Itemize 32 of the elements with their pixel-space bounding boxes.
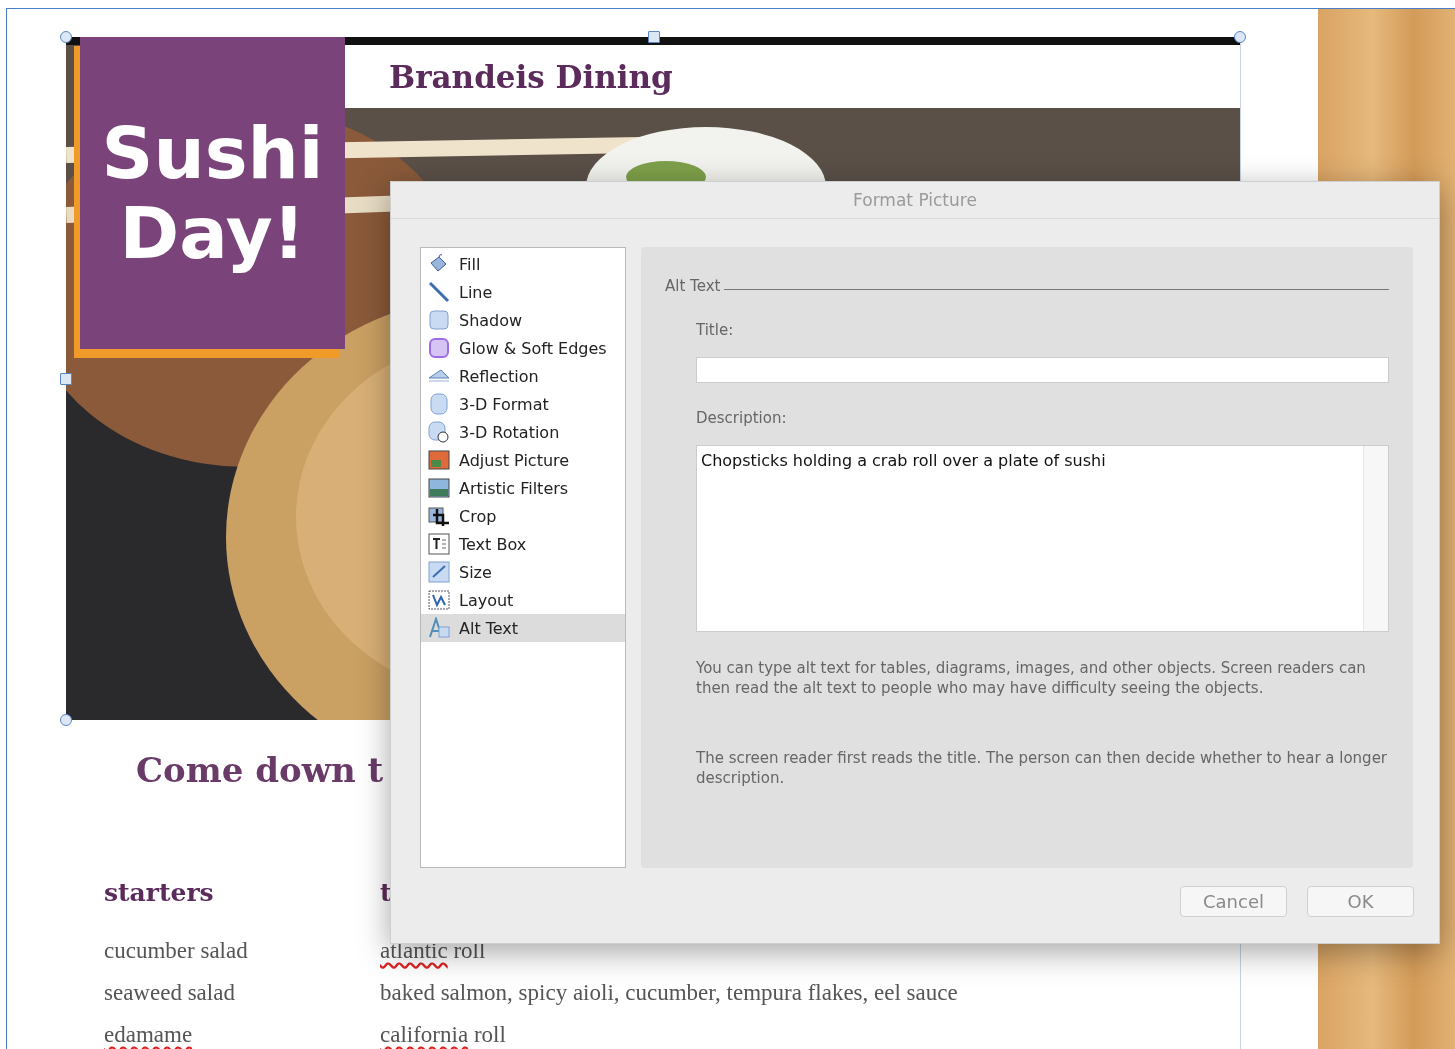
category-item[interactable]: Artistic Filters bbox=[421, 474, 625, 502]
column-heading: starters bbox=[104, 878, 215, 907]
dialog-title: Format Picture bbox=[391, 182, 1439, 219]
badge-title: Sushi bbox=[101, 117, 324, 189]
help-text: You can type alt text for tables, diagrams, images, and other objects. Screen readers can then read the alt text to people who may have difficulty seeing the objects. bbox=[696, 658, 1367, 698]
category-item[interactable]: Shadow bbox=[421, 306, 625, 334]
selection-handle[interactable] bbox=[60, 373, 72, 385]
selection-handle[interactable] bbox=[60, 31, 72, 43]
section-label: Alt Text bbox=[665, 277, 721, 295]
category-item[interactable]: Crop bbox=[421, 502, 625, 530]
field-label: Title: bbox=[696, 321, 735, 339]
headline: Come down t bbox=[136, 750, 384, 790]
category-item[interactable]: Size bbox=[421, 558, 625, 586]
description-field[interactable]: Chopsticks holding a crab roll over a plate of sushi bbox=[696, 445, 1389, 632]
column-heading: t bbox=[380, 878, 393, 907]
category-item[interactable]: 3-D Format bbox=[421, 390, 625, 418]
selection-handle[interactable] bbox=[1234, 31, 1246, 43]
category-item[interactable]: Text Box bbox=[421, 530, 625, 558]
category-item[interactable]: Glow & Soft Edges bbox=[421, 334, 625, 362]
title-field[interactable] bbox=[696, 357, 1389, 383]
category-item[interactable]: Fill bbox=[421, 250, 625, 278]
category-item[interactable]: 3-D Rotation bbox=[421, 418, 625, 446]
selection-handle[interactable] bbox=[60, 714, 72, 726]
brand-title: Brandeis Dining bbox=[389, 58, 673, 95]
field-label: Description: bbox=[696, 409, 788, 427]
selection-handle[interactable] bbox=[648, 31, 660, 43]
category-item[interactable]: Line bbox=[421, 278, 625, 306]
category-item[interactable]: Layout bbox=[421, 586, 625, 614]
help-text: The screen reader first reads the title. The person can then decide whether to hear a longer description. bbox=[696, 748, 1389, 788]
category-item[interactable]: Alt Text bbox=[421, 614, 625, 642]
category-item[interactable]: Adjust Picture bbox=[421, 446, 625, 474]
category-item[interactable]: Reflection bbox=[421, 362, 625, 390]
